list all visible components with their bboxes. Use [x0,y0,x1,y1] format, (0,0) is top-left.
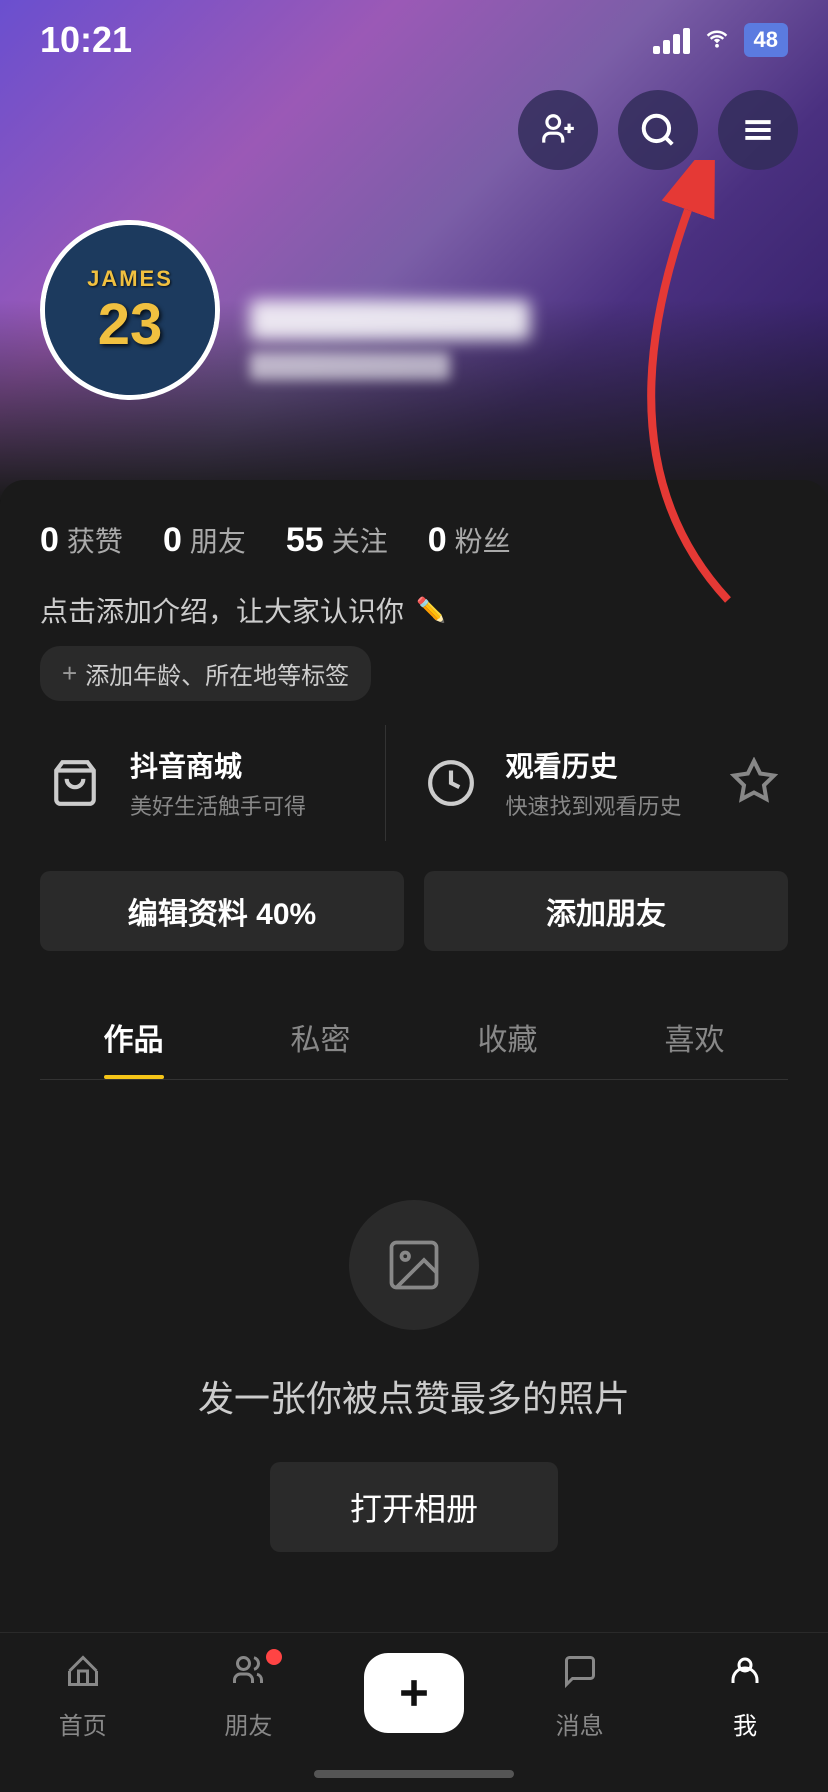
nav-friends[interactable]: 朋友 [166,1653,332,1741]
nav-home[interactable]: 首页 [0,1653,166,1741]
shop-title: 抖音商城 [130,745,306,785]
avatar[interactable]: JAMES 23 [40,220,220,400]
create-button[interactable] [364,1653,464,1733]
top-actions [518,90,798,170]
follow-button[interactable] [518,90,598,170]
stat-fans[interactable]: 0 粉丝 [428,520,511,560]
fans-count: 0 [428,521,447,560]
blurred-username [250,300,530,340]
likes-count: 0 [40,521,59,560]
stat-following[interactable]: 55 关注 [286,520,388,560]
nav-create[interactable] [331,1653,497,1733]
likes-label: 获赞 [67,520,123,560]
add-tag-button[interactable]: + 添加年龄、所在地等标签 [40,646,371,701]
tab-works[interactable]: 作品 [40,991,227,1079]
nav-profile[interactable]: 我 [662,1653,828,1741]
history-subtitle: 快速找到观看历史 [506,789,682,821]
stats-row: 0 获赞 0 朋友 55 关注 0 粉丝 [40,520,788,560]
empty-state: 发一张你被点赞最多的照片 打开相册 [40,1080,788,1632]
friends-icon [230,1653,266,1698]
nav-messages[interactable]: 消息 [497,1653,663,1741]
empty-text: 发一张你被点赞最多的照片 [198,1370,630,1422]
profile-nav-icon [727,1653,763,1698]
friends-label: 朋友 [224,1706,272,1741]
home-label: 首页 [59,1706,107,1741]
edit-profile-button[interactable]: 编辑资料 40% [40,871,404,951]
friends-label: 朋友 [190,520,246,560]
shop-subtitle: 美好生活触手可得 [130,789,306,821]
status-time: 10:21 [40,19,132,61]
star-more-icon[interactable] [730,757,788,810]
following-label: 关注 [332,520,388,560]
profile-section: JAMES 23 [0,220,828,400]
quick-actions: 抖音商城 美好生活触手可得 观看历史 快速找到观看历史 [40,725,788,841]
following-count: 55 [286,521,324,560]
jersey-name: JAMES [87,266,173,292]
stat-friends[interactable]: 0 朋友 [163,520,246,560]
tabs-row: 作品 私密 收藏 喜欢 [40,991,788,1080]
status-bar: 10:21 48 [0,0,828,80]
profile-name-area [250,300,788,400]
shop-icon [40,748,110,818]
history-title: 观看历史 [506,745,682,785]
bio-text[interactable]: 点击添加介绍，让大家认识你 ✏️ [40,590,788,630]
messages-label: 消息 [556,1706,604,1741]
wifi-icon [702,25,732,56]
profile-buttons: 编辑资料 40% 添加朋友 [40,871,788,951]
blurred-userid [250,352,450,380]
home-indicator [314,1770,514,1778]
tab-likes[interactable]: 喜欢 [601,991,788,1079]
search-button[interactable] [618,90,698,170]
status-icons: 48 [653,23,788,57]
main-content: 0 获赞 0 朋友 55 关注 0 粉丝 点击添加介绍，让大家认识你 ✏️ + … [0,480,828,1632]
history-icon [416,748,486,818]
tab-private[interactable]: 私密 [227,991,414,1079]
edit-bio-icon[interactable]: ✏️ [416,596,446,625]
stat-likes[interactable]: 0 获赞 [40,520,123,560]
history-link[interactable]: 观看历史 快速找到观看历史 [416,725,731,841]
bottom-nav: 首页 朋友 消息 [0,1632,828,1792]
menu-button[interactable] [718,90,798,170]
signal-icon [653,26,690,54]
bio-area: 点击添加介绍，让大家认识你 ✏️ + 添加年龄、所在地等标签 [40,590,788,701]
jersey-number: 23 [98,296,163,354]
open-album-button[interactable]: 打开相册 [270,1462,558,1552]
messages-icon [562,1653,598,1698]
shop-link[interactable]: 抖音商城 美好生活触手可得 [40,725,386,841]
empty-icon [349,1200,479,1330]
battery-icon: 48 [744,23,788,57]
tab-collect[interactable]: 收藏 [414,991,601,1079]
add-friend-button[interactable]: 添加朋友 [424,871,788,951]
profile-nav-label: 我 [733,1706,757,1741]
home-icon [65,1653,101,1698]
friends-count: 0 [163,521,182,560]
fans-label: 粉丝 [455,520,511,560]
friends-notification-dot [266,1649,282,1665]
